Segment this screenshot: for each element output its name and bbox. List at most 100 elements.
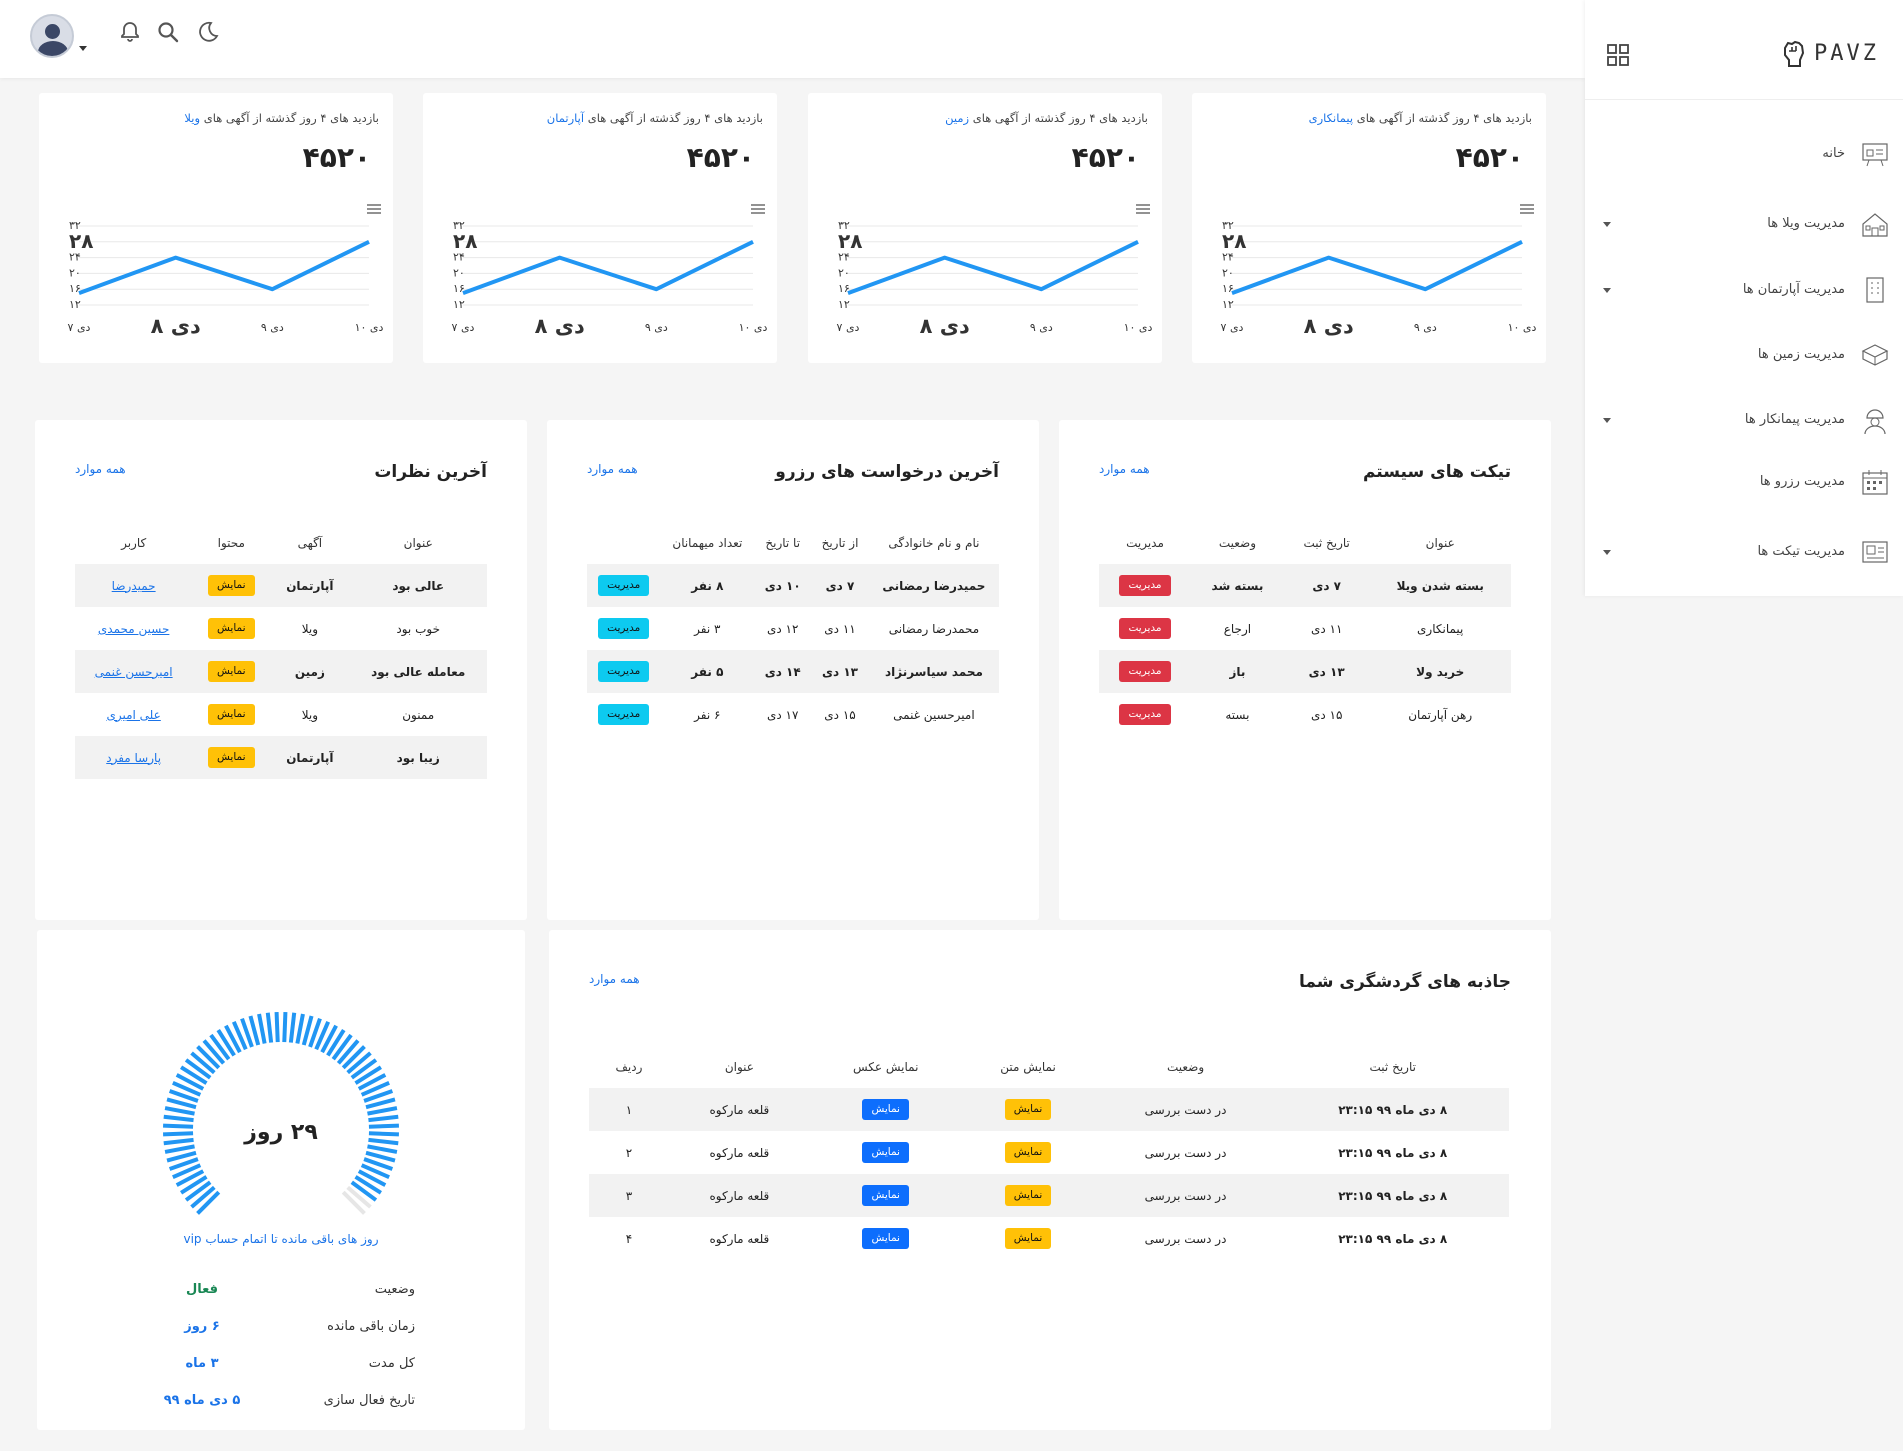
- series-line: [462, 240, 754, 296]
- chevron-down-icon[interactable]: [1603, 288, 1611, 293]
- manage-button[interactable]: مدیریت: [1119, 574, 1171, 597]
- y-tick-label: ۲۰: [453, 266, 465, 279]
- sidebar-item-0[interactable]: خانه: [1585, 130, 1903, 180]
- table-row: ۸ دی ماه ۹۹ ۲۳:۱۵ در دست بررسی نمایش نمایش ق…: [589, 1217, 1509, 1260]
- comment-title: خوب بود: [396, 621, 441, 636]
- show-text-button[interactable]: نمایش: [1004, 1184, 1052, 1207]
- table-row: ۸ دی ماه ۹۹ ۲۳:۱۵ در دست بررسی نمایش نمایش ق…: [589, 1088, 1509, 1131]
- guest-count: ۸ نفر: [660, 564, 755, 607]
- apartment-icon: [1866, 277, 1884, 303]
- to-date: ۱۲ دی: [766, 621, 799, 636]
- image-cell: نمایش: [810, 1217, 962, 1260]
- ticket-date: ۱۵ دی: [1310, 707, 1343, 722]
- ticket-action-cell: مدیریت: [1099, 693, 1191, 736]
- image-cell: نمایش: [809, 1174, 962, 1217]
- sidebar-item-2[interactable]: مدیریت آپارتمان ها: [1585, 266, 1903, 316]
- chevron-down-icon[interactable]: [1603, 418, 1611, 423]
- manage-button[interactable]: مدیریت: [598, 703, 650, 726]
- table-row: امیرحسین غنمی ۱۵ دی ۱۷ دی ۶ نفر مدیریت: [587, 693, 999, 736]
- sidebar-item-6[interactable]: مدیریت تیکت ها: [1585, 528, 1903, 578]
- grid-icon[interactable]: [1607, 44, 1629, 66]
- sidebar-item-label: مدیریت زمین ها: [1757, 347, 1845, 362]
- column-header: کاربر: [121, 536, 147, 550]
- show-button[interactable]: نمایش: [208, 746, 255, 769]
- sidebar-item-4[interactable]: مدیریت پیمانکار ها: [1585, 396, 1903, 446]
- sidebar-item-5[interactable]: مدیریت رزرو ها: [1585, 458, 1903, 508]
- column-header: [587, 522, 660, 564]
- column-header: وضعیت: [1166, 1060, 1205, 1074]
- table-row: حمیدرضا رمضانی ۷ دی ۱۰ دی ۸ نفر مدیریت: [587, 564, 999, 607]
- show-image-button[interactable]: نمایش: [862, 1227, 909, 1250]
- user-link[interactable]: حمیدرضا: [112, 579, 156, 593]
- ticket-title: پیمانکاری: [1417, 621, 1464, 636]
- y-tick-label: ۱۲: [453, 298, 465, 311]
- show-image-button[interactable]: نمایش: [862, 1141, 909, 1164]
- tickets-panel: تیکت های سیستم همه موارد عنوان تاریخ ثبت و…: [1059, 420, 1551, 920]
- series-line: [1231, 240, 1523, 296]
- user-avatar[interactable]: [30, 14, 74, 58]
- y-tick-label: ۳۲: [1222, 219, 1234, 232]
- gauge-tick: [341, 1190, 366, 1215]
- attraction-status: در دست بررسی: [1094, 1174, 1277, 1217]
- show-text-button[interactable]: نمایش: [1004, 1141, 1052, 1164]
- ticket-date: ۱۱ دی: [1310, 621, 1343, 636]
- attraction-status: در دست بررسی: [1094, 1088, 1277, 1131]
- show-button[interactable]: نمایش: [208, 617, 255, 640]
- chevron-down-icon[interactable]: [1603, 550, 1611, 555]
- x-tick-label: ۹ دی: [1030, 321, 1053, 334]
- show-button[interactable]: نمایش: [208, 660, 255, 683]
- attractions-all-link[interactable]: همه موارد: [589, 972, 640, 986]
- sidebar-item-label: خانه: [1822, 146, 1845, 161]
- line-chart: ۱۲۱۶۲۰۲۴۲۸۳۲۷ دی ۸ دی ۹ دی ۱۰ دی: [1221, 204, 1537, 338]
- text-cell: نمایش: [961, 1131, 1094, 1174]
- sidebar-item-label: مدیریت ویلا ها: [1767, 216, 1845, 231]
- guest-count: ۵ نفر: [660, 650, 755, 693]
- user-link[interactable]: امیرحسن غنمی: [95, 665, 173, 679]
- ticket-title: رهن آپارتمان: [1408, 707, 1473, 722]
- y-tick-label: ۲۰: [69, 266, 81, 279]
- reservations-all-link[interactable]: همه موارد: [587, 462, 638, 476]
- gauge-tick: [190, 1051, 216, 1075]
- gauge-tick: [350, 1180, 378, 1202]
- comment-content-cell: نمایش: [192, 607, 270, 650]
- search-icon[interactable]: [156, 20, 180, 44]
- manage-button[interactable]: مدیریت: [1119, 617, 1171, 640]
- chevron-down-icon[interactable]: [1603, 222, 1611, 227]
- moon-icon[interactable]: [196, 20, 220, 44]
- image-cell: نمایش: [809, 1088, 962, 1131]
- show-image-button[interactable]: نمایش: [862, 1098, 909, 1121]
- show-image-button[interactable]: نمایش: [862, 1184, 909, 1207]
- reservation-action-cell: مدیریت: [587, 564, 661, 607]
- user-link[interactable]: حسین محمدی: [98, 622, 170, 636]
- contractor-icon: [1864, 409, 1886, 435]
- comments-panel: آخرین نظرات همه موارد عنوان آگهی محتوا کارب…: [35, 420, 527, 920]
- show-button[interactable]: نمایش: [208, 574, 255, 597]
- show-text-button[interactable]: نمایش: [1004, 1098, 1052, 1121]
- user-link[interactable]: پارسا مفرد: [106, 751, 161, 765]
- brand-logo[interactable]: PAVZ: [1780, 38, 1879, 68]
- column-header: عنوان: [724, 1060, 754, 1074]
- chevron-down-icon[interactable]: [79, 46, 87, 51]
- comment-user-cell: امیرحسن غنمی: [75, 650, 193, 693]
- comments-all-link[interactable]: همه موارد: [75, 462, 126, 476]
- y-tick-label: ۱۲: [69, 298, 81, 311]
- manage-button[interactable]: مدیریت: [598, 617, 650, 640]
- sidebar-item-1[interactable]: مدیریت ویلا ها: [1585, 200, 1903, 250]
- user-link[interactable]: علی امیری: [106, 708, 160, 722]
- vip-value: ۳ ماه: [185, 1356, 219, 1371]
- x-tick-label: ۹ دی: [1414, 321, 1437, 334]
- manage-button[interactable]: مدیریت: [1119, 703, 1171, 726]
- sidebar-item-3[interactable]: مدیریت زمین ها: [1585, 331, 1903, 381]
- reservations-title: آخرین درخواست های رزرو: [775, 462, 999, 482]
- show-text-button[interactable]: نمایش: [1004, 1227, 1052, 1250]
- show-button[interactable]: نمایش: [208, 703, 255, 726]
- manage-button[interactable]: مدیریت: [598, 660, 650, 683]
- manage-button[interactable]: مدیریت: [598, 574, 650, 597]
- comment-title: زیبا بود: [349, 736, 487, 779]
- gauge-tick: [190, 1185, 216, 1209]
- comment-user-cell: حمیدرضا: [75, 564, 193, 607]
- manage-button[interactable]: مدیریت: [1119, 660, 1171, 683]
- bell-icon[interactable]: [118, 20, 142, 44]
- line-chart: ۱۲۱۶۲۰۲۴۲۸۳۲۷ دی ۸ دی ۹ دی ۱۰ دی: [452, 204, 768, 338]
- tickets-all-link[interactable]: همه موارد: [1099, 462, 1150, 476]
